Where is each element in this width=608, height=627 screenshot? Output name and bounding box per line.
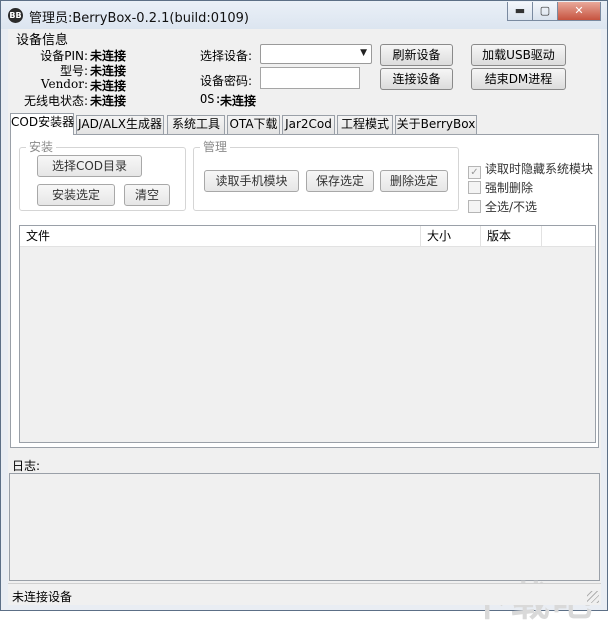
os-label: OS: xyxy=(200,92,222,106)
vendor-label: Vendor: xyxy=(40,77,88,91)
tab-jad-alx-generator[interactable]: JAD/ALX生成器 xyxy=(76,115,164,134)
os-value: 未连接 xyxy=(220,94,257,108)
minimize-button[interactable]: ▬ xyxy=(507,2,533,21)
manage-group: 管理 读取手机模块 保存选定 删除选定 xyxy=(193,140,459,211)
chevron-down-icon: ▼ xyxy=(360,48,367,58)
close-button[interactable]: ✕ xyxy=(557,2,601,21)
column-header-size[interactable]: 大小 xyxy=(421,226,481,247)
file-list[interactable]: 文件 大小 版本 xyxy=(19,225,596,443)
end-dm-process-button[interactable]: 结束DM进程 xyxy=(471,68,566,90)
status-bar: 未连接设备 xyxy=(8,583,601,605)
select-all-checkbox[interactable] xyxy=(468,200,481,213)
install-selected-button[interactable]: 安装选定 xyxy=(37,184,115,206)
app-window: BB 管理员:BerryBox-0.2.1(build:0109) ▬ ▢ ✕ … xyxy=(0,0,608,625)
device-password-input[interactable] xyxy=(260,67,360,89)
radio-status-value: 未连接 xyxy=(90,94,127,108)
select-all-label: 全选/不选 xyxy=(485,200,538,214)
column-header-file[interactable]: 文件 xyxy=(20,226,421,247)
delete-selected-button[interactable]: 删除选定 xyxy=(380,170,448,192)
load-usb-driver-button[interactable]: 加载USB驱动 xyxy=(471,44,566,66)
force-delete-option[interactable]: 强制删除 xyxy=(468,179,533,196)
hide-system-modules-option[interactable]: ✓ 读取时隐藏系统模块 xyxy=(468,160,593,179)
install-group: 安装 选择COD目录 安装选定 清空 xyxy=(19,140,186,211)
device-info-group-label: 设备信息 xyxy=(16,33,69,48)
title-bar[interactable]: BB 管理员:BerryBox-0.2.1(build:0109) ▬ ▢ ✕ xyxy=(1,1,607,29)
force-delete-label: 强制删除 xyxy=(485,181,534,195)
cod-installer-panel: 安装 选择COD目录 安装选定 清空 管理 读取手机模块 保存选定 删除选定 ✓… xyxy=(10,134,599,448)
column-header-version[interactable]: 版本 xyxy=(481,226,542,247)
hide-system-modules-checkbox[interactable]: ✓ xyxy=(468,166,481,179)
device-select[interactable]: ▼ xyxy=(260,44,372,64)
connect-device-button[interactable]: 连接设备 xyxy=(380,68,453,90)
install-group-title: 安装 xyxy=(26,140,57,154)
log-label: 日志: xyxy=(12,459,41,473)
manage-group-title: 管理 xyxy=(200,140,231,154)
select-all-option[interactable]: 全选/不选 xyxy=(468,198,537,215)
resize-grip-icon[interactable] xyxy=(587,591,599,603)
client-area: 设备信息 设备PIN: 未连接 型号: 未连接 Vendor: 未连接 无线电状… xyxy=(8,29,601,625)
save-selected-button[interactable]: 保存选定 xyxy=(306,170,374,192)
tab-system-tools[interactable]: 系统工具 xyxy=(167,115,225,134)
force-delete-checkbox[interactable] xyxy=(468,181,481,194)
window-title: 管理员:BerryBox-0.2.1(build:0109) xyxy=(29,11,249,26)
berrybox-app-icon: BB xyxy=(8,8,23,23)
device-password-label: 设备密码: xyxy=(200,74,253,88)
read-phone-modules-button[interactable]: 读取手机模块 xyxy=(204,170,299,192)
tab-jar2cod[interactable]: Jar2Cod xyxy=(282,115,335,134)
tab-ota-download[interactable]: OTA下载 xyxy=(227,115,280,134)
tab-cod-installer[interactable]: COD安装器 xyxy=(10,113,74,135)
select-device-label: 选择设备: xyxy=(200,49,253,63)
select-cod-directory-button[interactable]: 选择COD目录 xyxy=(37,155,142,177)
radio-status-label: 无线电状态: xyxy=(23,94,88,108)
maximize-button[interactable]: ▢ xyxy=(532,2,558,21)
log-textarea[interactable] xyxy=(9,473,600,581)
file-list-header: 文件 大小 版本 xyxy=(20,226,595,247)
clear-button[interactable]: 清空 xyxy=(124,184,170,206)
tab-about-berrybox[interactable]: 关于BerryBox xyxy=(395,115,477,134)
hide-system-modules-label: 读取时隐藏系统模块 xyxy=(485,162,594,176)
tab-engineering-mode[interactable]: 工程模式 xyxy=(337,115,393,134)
refresh-device-button[interactable]: 刷新设备 xyxy=(380,44,453,66)
status-text: 未连接设备 xyxy=(12,590,73,604)
